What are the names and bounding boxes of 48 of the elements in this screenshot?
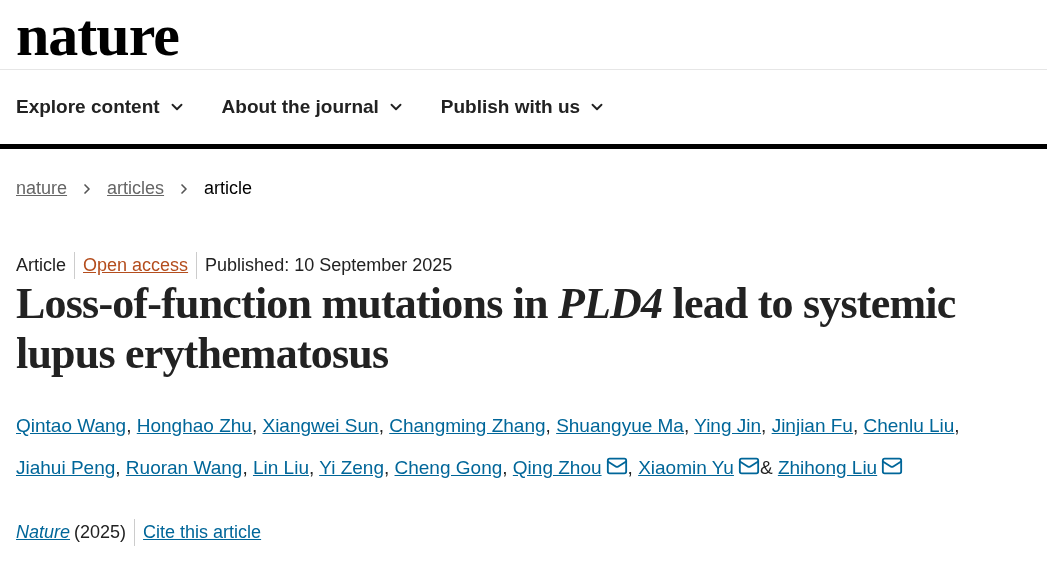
author-separator: , <box>378 415 384 436</box>
author-link[interactable]: Ying Jin <box>694 415 762 436</box>
breadcrumb-link[interactable]: articles <box>107 175 165 202</box>
author-link[interactable]: Xiangwei Sun <box>262 415 379 436</box>
author-link[interactable]: Jinjian Fu <box>771 415 853 436</box>
author-separator: & <box>759 457 773 478</box>
author-link[interactable]: Zhihong Liu <box>777 457 904 478</box>
published-date: Published: 10 September 2025 <box>204 254 453 277</box>
author-separator: , <box>683 415 690 436</box>
author-link[interactable]: Qintao Wang <box>16 415 127 436</box>
site-logo[interactable]: nature <box>16 4 179 65</box>
author-separator: , <box>251 415 258 436</box>
nav-menu-button[interactable]: Explore content <box>16 92 186 122</box>
author-separator: , <box>383 457 390 478</box>
article-title: Loss-of-function mutations in PLD4 lead to systemic lupus erythematosus <box>15 279 957 379</box>
author-separator: , <box>242 457 248 478</box>
open-access-link[interactable]: Open access <box>75 252 198 279</box>
author-separator: , <box>502 457 508 478</box>
nav-menu-button[interactable]: About the journal <box>221 92 405 122</box>
author-link[interactable]: Jiahui Peng <box>16 457 116 478</box>
cite-link[interactable]: Cite this article <box>135 519 262 546</box>
author-link[interactable]: Xiaomin Yu <box>638 457 760 478</box>
author-separator: , <box>308 457 315 478</box>
author-separator: , <box>126 415 132 436</box>
nav-menu-button[interactable]: Publish with us <box>440 92 607 122</box>
publication-year: (2025) <box>70 519 136 546</box>
author-separator: , <box>545 415 551 436</box>
author-link[interactable]: Qing Zhou <box>512 457 628 478</box>
author-link[interactable]: Yi Zeng <box>319 457 384 478</box>
article-type: Article <box>16 252 75 279</box>
journal-link[interactable]: Nature <box>16 519 71 546</box>
author-link[interactable]: Cheng Gong <box>394 457 503 478</box>
author-link[interactable]: Lin Liu <box>252 457 309 478</box>
author-separator: , <box>852 415 859 436</box>
email-icon[interactable] <box>737 455 760 477</box>
author-link[interactable]: Honghao Zhu <box>136 415 252 436</box>
breadcrumb-link[interactable]: nature <box>16 175 68 202</box>
email-icon[interactable] <box>605 455 628 477</box>
author-separator: , <box>627 457 633 478</box>
breadcrumb-current: article <box>204 177 253 200</box>
author-link[interactable]: Ruoran Wang <box>125 457 243 478</box>
author-link[interactable]: Chenlu Liu <box>863 415 955 436</box>
author-separator: , <box>761 415 767 436</box>
email-icon[interactable] <box>881 455 904 477</box>
author-link[interactable]: Shuangyue Ma <box>556 415 684 436</box>
author-separator: , <box>954 415 960 436</box>
author-link[interactable]: Changming Zhang <box>389 415 546 436</box>
author-separator: , <box>115 457 121 478</box>
